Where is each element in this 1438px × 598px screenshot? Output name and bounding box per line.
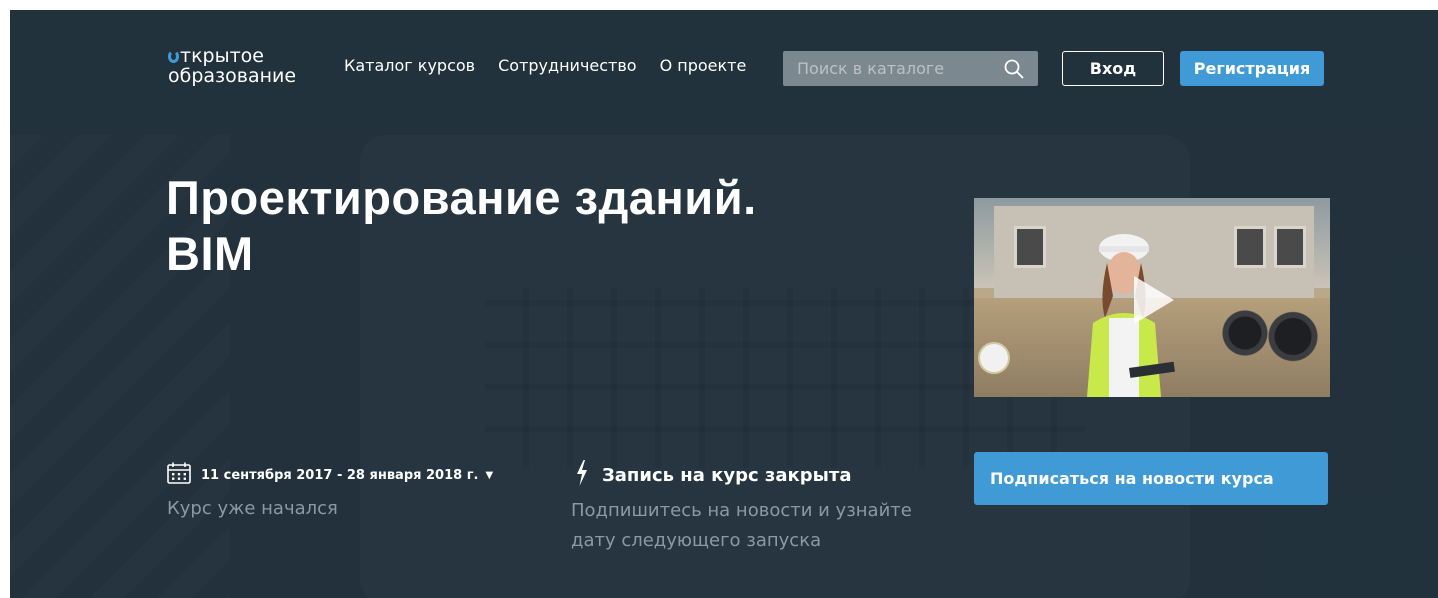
enrollment-status: Запись на курс закрыта <box>576 460 852 490</box>
course-dates-text: 11 сентября 2017 - 28 января 2018 г. <box>201 467 479 483</box>
course-status: Курс уже начался <box>167 498 338 519</box>
subscribe-button[interactable]: Подписаться на новости курса <box>974 452 1328 505</box>
page-frame: ткрытое образование Каталог курсов Сотру… <box>10 10 1438 598</box>
lightning-icon <box>576 460 588 490</box>
logo-text-line1: ткрытое <box>180 45 264 67</box>
search-box <box>783 51 1038 86</box>
course-title-line2: BIM <box>166 227 254 280</box>
nav-cooperation[interactable]: Сотрудничество <box>498 56 636 75</box>
chevron-down-icon[interactable]: ▼ <box>485 470 493 481</box>
course-title-line1: Проектирование зданий. <box>166 171 757 224</box>
register-button[interactable]: Регистрация <box>1180 51 1324 86</box>
video-emblem <box>978 342 1010 374</box>
video-window <box>1274 226 1306 268</box>
play-icon[interactable] <box>1134 276 1174 324</box>
site-logo[interactable]: ткрытое образование <box>168 46 296 86</box>
search-input[interactable] <box>783 51 997 86</box>
search-icon[interactable] <box>1004 59 1024 83</box>
course-dates: 11 сентября 2017 - 28 января 2018 г. ▼ <box>167 462 493 488</box>
video-window <box>1234 226 1266 268</box>
nav-catalog[interactable]: Каталог курсов <box>344 56 475 75</box>
logo-text-line2: образование <box>168 65 297 87</box>
course-title: Проектирование зданий. BIM <box>166 170 886 282</box>
logo-ring-icon <box>168 49 179 63</box>
main-nav: Каталог курсов Сотрудничество О проекте <box>344 56 746 75</box>
login-button[interactable]: Вход <box>1062 51 1164 86</box>
enrollment-note: Подпишитесь на новости и узнайте дату сл… <box>571 500 912 551</box>
course-video-preview[interactable] <box>974 198 1330 397</box>
nav-about[interactable]: О проекте <box>660 56 747 75</box>
enrollment-title: Запись на курс закрыта <box>602 464 852 486</box>
logo-first-line: ткрытое <box>168 46 296 66</box>
video-window <box>1014 226 1046 268</box>
calendar-icon <box>167 462 191 488</box>
video-pipes <box>1209 298 1329 368</box>
